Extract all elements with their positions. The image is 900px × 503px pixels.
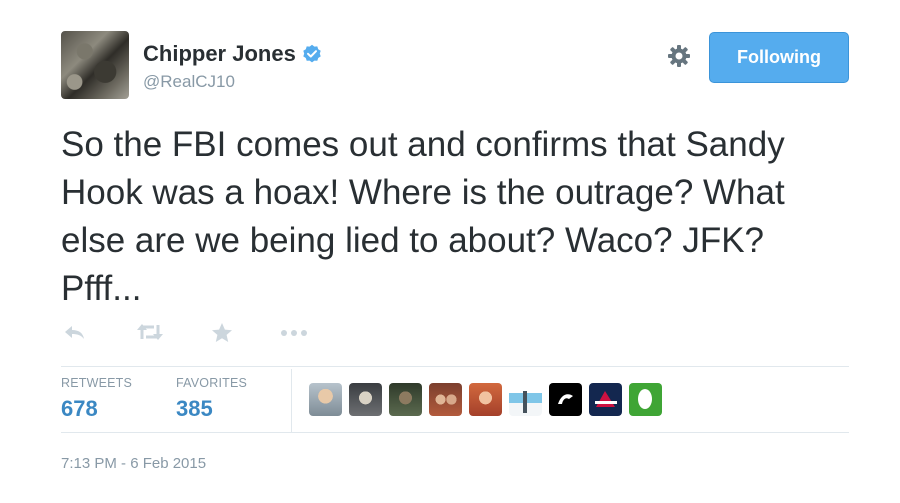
stats-separator bbox=[291, 369, 292, 432]
favorites-count: 385 bbox=[176, 396, 213, 421]
following-button[interactable]: Following bbox=[709, 32, 849, 83]
reply-icon[interactable] bbox=[63, 322, 87, 342]
retweets-count: 678 bbox=[61, 396, 98, 421]
author-name-row: Chipper Jones bbox=[143, 41, 322, 67]
favoriter-avatar[interactable] bbox=[429, 383, 462, 416]
retweets-label: RETWEETS bbox=[61, 376, 133, 390]
more-icon[interactable] bbox=[280, 329, 308, 337]
favoriter-avatar[interactable] bbox=[389, 383, 422, 416]
favoriter-avatar[interactable] bbox=[349, 383, 382, 416]
author-handle[interactable]: @RealCJ10 bbox=[143, 72, 235, 92]
divider-bottom bbox=[61, 432, 849, 433]
author-name[interactable]: Chipper Jones bbox=[143, 41, 296, 67]
tweet-text: So the FBI comes out and confirms that S… bbox=[61, 125, 785, 308]
author-avatar[interactable] bbox=[61, 31, 129, 99]
favoriter-avatar[interactable] bbox=[469, 383, 502, 416]
favoriter-avatar[interactable] bbox=[309, 383, 342, 416]
favorites-label: FAVORITES bbox=[176, 376, 248, 390]
favorites-stat[interactable]: FAVORITES 385 bbox=[176, 376, 247, 422]
tweet-timestamp[interactable]: 7:13 PM - 6 Feb 2015 bbox=[61, 455, 206, 472]
verified-badge-icon bbox=[303, 44, 321, 63]
favoriter-avatar[interactable] bbox=[589, 383, 622, 416]
retweet-icon[interactable] bbox=[136, 322, 164, 342]
favoriter-avatar[interactable] bbox=[549, 383, 582, 416]
gear-icon[interactable] bbox=[666, 43, 692, 69]
favorite-icon[interactable] bbox=[211, 322, 233, 344]
divider-top bbox=[61, 366, 849, 367]
favoriter-avatars bbox=[309, 383, 662, 416]
favoriter-avatar[interactable] bbox=[509, 383, 542, 416]
retweets-stat[interactable]: RETWEETS 678 bbox=[61, 376, 132, 422]
favoriter-avatar[interactable] bbox=[629, 383, 662, 416]
